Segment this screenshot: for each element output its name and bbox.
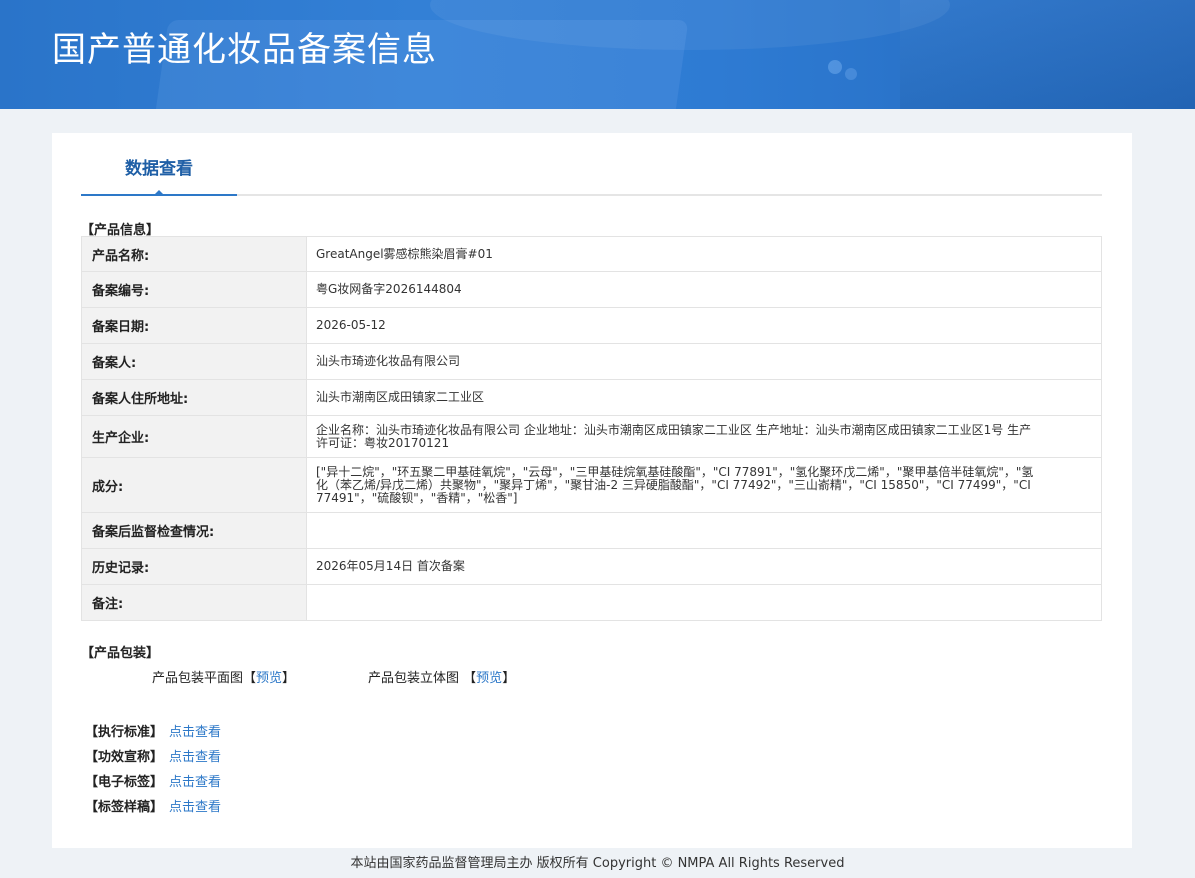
link-row-standard: 【执行标准】 点击查看 xyxy=(85,721,221,740)
package-flat-label: 产品包装平面图 xyxy=(152,671,244,686)
product-info-table: 产品名称: GreatAngel雾感棕熊染眉膏#01 备案编号: 粤G妆网备字2026… xyxy=(81,236,1102,621)
package-solid-preview-link[interactable]: 预览 xyxy=(476,671,502,686)
view-standard-link[interactable]: 点击查看 xyxy=(169,725,221,740)
tab-label: 数据查看 xyxy=(125,159,193,179)
footer-copyright: 本站由国家药品监督管理局主办 版权所有 Copyright © NMPA All… xyxy=(350,856,845,871)
info-row-value xyxy=(306,512,1102,549)
main-card: 数据查看 【产品信息】 产品名称: GreatAngel雾感棕熊染眉膏#01 备案编… xyxy=(52,133,1132,848)
info-row-label: 备案编号: xyxy=(81,271,307,308)
info-row: 成分: ["异十二烷"，"环五聚二甲基硅氧烷"，"云母"，"三甲基硅烷氧基硅酸酯"… xyxy=(81,457,1102,513)
banner-decoration xyxy=(828,60,842,74)
info-row-label: 历史记录: xyxy=(81,548,307,585)
info-row-value: 汕头市琦迹化妆品有限公司 xyxy=(306,343,1102,380)
link-row-label: 【标签样稿】 xyxy=(85,800,164,815)
link-row-label: 【电子标签】 xyxy=(85,775,164,790)
info-row: 备案人: 汕头市琦迹化妆品有限公司 xyxy=(81,343,1102,380)
bracket: 【 xyxy=(243,671,257,686)
info-row-label: 备案后监督检查情况: xyxy=(81,512,307,549)
info-row-label: 备案日期: xyxy=(81,307,307,344)
package-flat-preview-link[interactable]: 预览 xyxy=(256,671,282,686)
info-row-label: 备注: xyxy=(81,584,307,621)
link-row-label: 【功效宣称】 xyxy=(85,750,164,765)
header-banner: 国产普通化妆品备案信息 xyxy=(0,0,1195,109)
info-row: 备注: xyxy=(81,584,1102,621)
package-solid-label: 产品包装立体图 xyxy=(368,671,460,686)
info-row-label: 成分: xyxy=(81,457,307,513)
info-row: 生产企业: 企业名称：汕头市琦迹化妆品有限公司 企业地址：汕头市潮南区成田镇家二工… xyxy=(81,415,1102,458)
bracket: 】 xyxy=(502,671,516,686)
banner-decoration xyxy=(845,68,857,80)
link-row-efficacy: 【功效宣称】 点击查看 xyxy=(85,746,221,765)
page-title: 国产普通化妆品备案信息 xyxy=(52,30,437,70)
tab-caret-icon xyxy=(153,190,165,196)
info-row-value xyxy=(306,584,1102,621)
bracket: 【 xyxy=(463,671,477,686)
info-row-value: 企业名称：汕头市琦迹化妆品有限公司 企业地址：汕头市潮南区成田镇家二工业区 生产… xyxy=(306,415,1102,458)
info-row-value: 2026-05-12 xyxy=(306,307,1102,344)
info-row: 产品名称: GreatAngel雾感棕熊染眉膏#01 xyxy=(81,236,1102,272)
info-row: 备案后监督检查情况: xyxy=(81,512,1102,549)
info-row-value: 粤G妆网备字2026144804 xyxy=(306,271,1102,308)
info-row-value: 汕头市潮南区成田镇家二工业区 xyxy=(306,379,1102,416)
packaging-title: 【产品包装】 xyxy=(81,646,160,661)
link-row-e-label: 【电子标签】 点击查看 xyxy=(85,771,221,790)
package-flat-row: 产品包装平面图【预览】 xyxy=(152,667,295,686)
link-row-label-sample: 【标签样稿】 点击查看 xyxy=(85,796,221,815)
info-row-label: 生产企业: xyxy=(81,415,307,458)
info-row-value: GreatAngel雾感棕熊染眉膏#01 xyxy=(306,236,1102,272)
info-row: 备案日期: 2026-05-12 xyxy=(81,307,1102,344)
info-row: 历史记录: 2026年05月14日 首次备案 xyxy=(81,548,1102,585)
view-efficacy-link[interactable]: 点击查看 xyxy=(169,750,221,765)
info-row-value: ["异十二烷"，"环五聚二甲基硅氧烷"，"云母"，"三甲基硅烷氧基硅酸酯"，"C… xyxy=(306,457,1102,513)
link-row-label: 【执行标准】 xyxy=(85,725,164,740)
info-row: 备案编号: 粤G妆网备字2026144804 xyxy=(81,271,1102,308)
info-row-label: 产品名称: xyxy=(81,236,307,272)
info-row-label: 备案人住所地址: xyxy=(81,379,307,416)
bracket: 】 xyxy=(282,671,296,686)
package-solid-row: 产品包装立体图 【预览】 xyxy=(368,667,515,686)
view-e-label-link[interactable]: 点击查看 xyxy=(169,775,221,790)
info-row-value: 2026年05月14日 首次备案 xyxy=(306,548,1102,585)
info-row: 备案人住所地址: 汕头市潮南区成田镇家二工业区 xyxy=(81,379,1102,416)
tab-bar: 数据查看 xyxy=(81,133,1102,196)
tab-data-view[interactable]: 数据查看 xyxy=(81,133,237,196)
banner-decoration xyxy=(900,0,1195,109)
view-label-sample-link[interactable]: 点击查看 xyxy=(169,800,221,815)
info-row-label: 备案人: xyxy=(81,343,307,380)
